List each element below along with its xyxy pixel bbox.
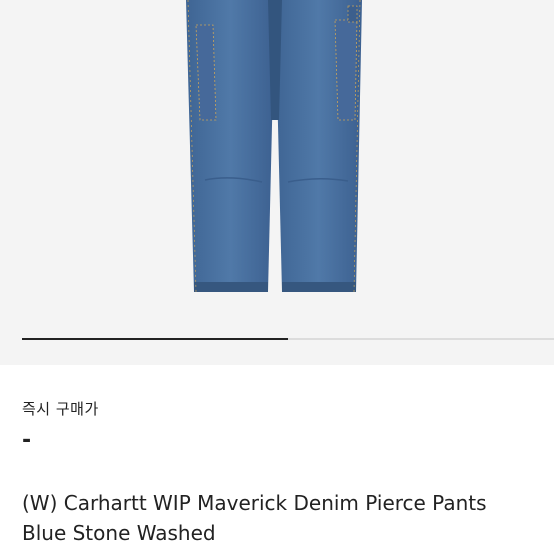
instant-buy-price-label: 즉시 구매가 (22, 400, 99, 418)
carousel-indicator (22, 338, 554, 340)
product-detail-page: 즉시 구매가 - (W) Carhartt WIP Maverick Denim… (0, 0, 554, 554)
instant-buy-price-value: - (22, 428, 32, 453)
product-image-carousel[interactable] (0, 0, 554, 365)
product-title: (W) Carhartt WIP Maverick Denim Pierce P… (22, 488, 542, 548)
carousel-progress-bar (22, 338, 288, 340)
product-image (186, 0, 362, 293)
product-title-line2: Blue Stone Washed (22, 521, 216, 545)
product-title-line1: (W) Carhartt WIP Maverick Denim Pierce P… (22, 491, 487, 515)
